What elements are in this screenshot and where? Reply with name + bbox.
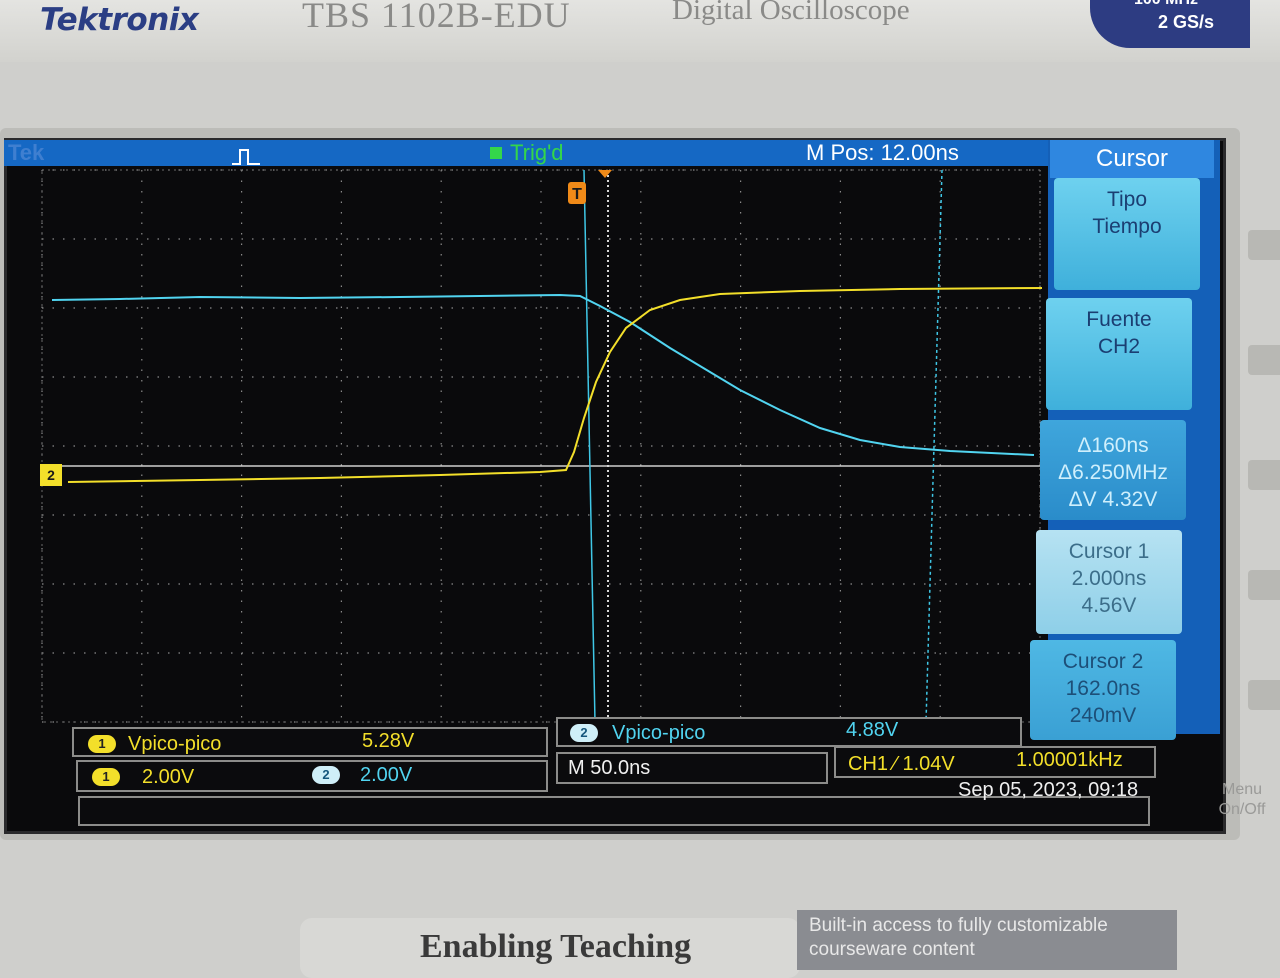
delta-time: Δ160ns	[1077, 434, 1149, 457]
menu-button-line: Tipo	[1106, 188, 1148, 211]
date-time: Sep 05, 2023, 09:18	[958, 779, 1139, 801]
trigger-status-icon	[490, 147, 502, 159]
courseware-label: Built-in access to fully customizable co…	[797, 910, 1177, 970]
ch2-scale-badge: 2	[312, 766, 340, 784]
menu-button-fuente[interactable]: Fuente CH2	[1046, 298, 1192, 410]
horizontal-position: M Pos: 12.00ns	[806, 140, 959, 165]
ch2-scale: 2.00V	[360, 764, 413, 786]
cursor-2-title: Cursor 2	[1062, 650, 1144, 673]
cursor-1-voltage: 4.56V	[1081, 594, 1137, 617]
courseware-line-2: courseware content	[809, 939, 975, 960]
sample-rate-label: 2 GS/s	[1158, 12, 1215, 32]
cursor-2-time: 162.0ns	[1065, 677, 1141, 700]
cursor-2-voltage: 240mV	[1069, 704, 1137, 727]
ch1-scale-badge: 1	[92, 768, 120, 786]
side-button[interactable]	[1248, 230, 1280, 260]
side-button[interactable]	[1248, 570, 1280, 600]
delta-frequency: Δ6.250MHz	[1058, 461, 1168, 484]
trigger-status: Trig'd	[510, 140, 564, 165]
ch1-scale: 2.00V	[142, 766, 195, 788]
ch2-measurement-value: 4.88V	[846, 719, 899, 741]
menu-button-cursor-1[interactable]: Cursor 1 2.000ns 4.56V	[1036, 530, 1182, 634]
trigger-frequency: 1.00001kHz	[1016, 749, 1123, 771]
ch2-measurement-label: Vpico-pico	[612, 722, 706, 744]
side-button[interactable]	[1248, 345, 1280, 375]
bandwidth-label: 100 MHz	[1134, 0, 1198, 9]
model-description: Digital Oscilloscope	[672, 0, 910, 26]
ch1-badge: 1	[88, 735, 116, 753]
menu-readout-delta: Δ160ns Δ6.250MHz ΔV 4.32V	[1040, 420, 1186, 520]
side-button[interactable]	[1248, 460, 1280, 490]
menu-button-line: Tiempo	[1092, 215, 1162, 238]
menu-title: Cursor	[1050, 140, 1214, 178]
trigger-level: CH1 ⁄ 1.04V	[848, 753, 955, 775]
menu-button-tipo[interactable]: Tipo Tiempo	[1054, 178, 1200, 290]
delta-voltage: ΔV 4.32V	[1068, 488, 1158, 511]
slogan: Enabling Teaching	[420, 928, 692, 965]
cursor-1-title: Cursor 1	[1068, 540, 1150, 563]
menu-button-line: Fuente	[1086, 308, 1152, 331]
menu-onoff-button[interactable]: Menu On/Off	[1212, 780, 1272, 820]
menu-button-cursor-2[interactable]: Cursor 2 162.0ns 240mV	[1030, 640, 1176, 740]
ch2-badge: 2	[570, 724, 598, 742]
pulse-trigger-icon	[232, 146, 260, 166]
side-button[interactable]	[1248, 680, 1280, 710]
model-name: TBS 1102B-EDU	[302, 0, 571, 35]
ch1-measurement-label: Vpico-pico	[128, 733, 222, 755]
tek-logo: Tek	[8, 140, 45, 165]
courseware-line-1: Built-in access to fully customizable	[809, 915, 1108, 936]
ch1-measurement-value: 5.28V	[362, 730, 415, 752]
timebase: M 50.0ns	[568, 757, 651, 779]
brand-logo: Tektronix	[40, 2, 199, 38]
menu-button-line: CH2	[1097, 335, 1140, 358]
cursor-1-time: 2.000ns	[1071, 567, 1147, 590]
